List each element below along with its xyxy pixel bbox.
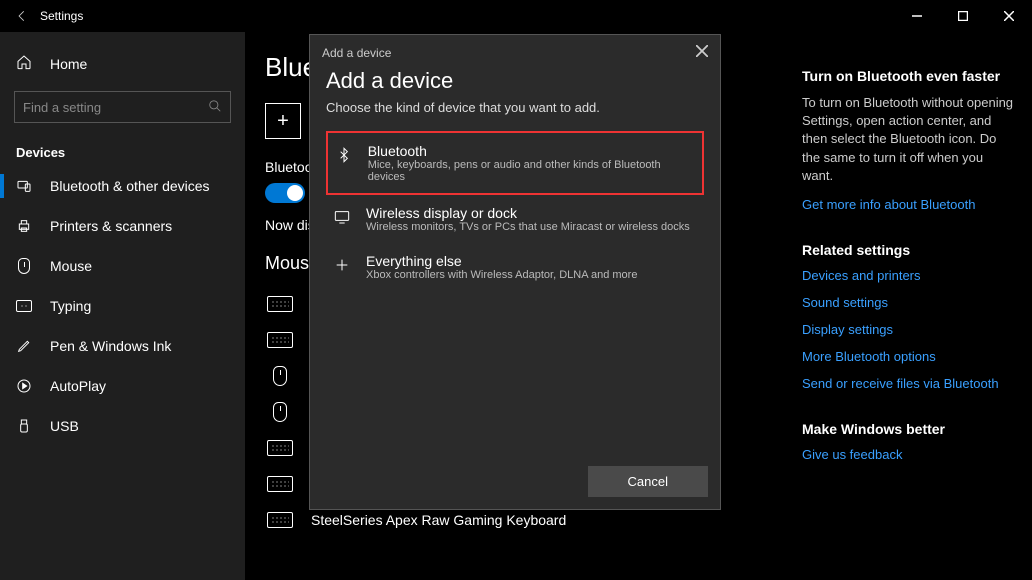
plus-icon: +: [265, 103, 301, 139]
right-text-1: To turn on Bluetooth without opening Set…: [802, 94, 1016, 185]
keyboard-icon: [16, 298, 32, 314]
dialog-header-title: Add a device: [322, 46, 391, 60]
search-placeholder: Find a setting: [23, 100, 101, 115]
mouse-icon: [265, 402, 295, 422]
sidebar-item-label: Mouse: [50, 258, 92, 274]
keyboard-icon: [265, 438, 295, 458]
titlebar: Settings: [0, 0, 1032, 32]
autoplay-icon: [16, 378, 32, 394]
option-desc: Xbox controllers with Wireless Adaptor, …: [366, 269, 637, 281]
sidebar-item-label: Typing: [50, 298, 91, 314]
right-heading-2: Related settings: [802, 242, 1016, 258]
link-feedback[interactable]: Give us feedback: [802, 447, 1016, 462]
usb-icon: [16, 418, 32, 434]
device-label: SteelSeries Apex Raw Gaming Keyboard: [311, 512, 566, 528]
sidebar-item-mouse[interactable]: Mouse: [0, 246, 245, 286]
mouse-icon: [265, 366, 295, 386]
link-devices-printers[interactable]: Devices and printers: [802, 268, 1016, 283]
add-device-dialog: Add a device Add a device Choose the kin…: [309, 34, 721, 510]
sidebar: Home Find a setting Devices Bluetooth & …: [0, 32, 245, 580]
keyboard-icon: [265, 330, 295, 350]
devices-icon: [16, 178, 32, 194]
sidebar-home-label: Home: [50, 56, 87, 72]
sidebar-item-bluetooth[interactable]: Bluetooth & other devices: [0, 166, 245, 206]
mouse-icon: [16, 258, 32, 274]
sidebar-item-autoplay[interactable]: AutoPlay: [0, 366, 245, 406]
close-button[interactable]: [986, 0, 1032, 32]
monitor-icon: [332, 207, 352, 227]
window-title: Settings: [40, 9, 83, 23]
sidebar-item-label: Bluetooth & other devices: [50, 178, 210, 194]
option-bluetooth[interactable]: Bluetooth Mice, keyboards, pens or audio…: [326, 131, 704, 195]
option-title: Wireless display or dock: [366, 205, 690, 221]
dialog-title: Add a device: [326, 68, 704, 94]
sidebar-item-pen[interactable]: Pen & Windows Ink: [0, 326, 245, 366]
sidebar-item-printers[interactable]: Printers & scanners: [0, 206, 245, 246]
right-heading-1: Turn on Bluetooth even faster: [802, 68, 1016, 84]
search-icon: [208, 99, 222, 116]
option-title: Everything else: [366, 253, 637, 269]
option-wireless-display[interactable]: Wireless display or dock Wireless monito…: [326, 195, 704, 243]
back-button[interactable]: [10, 4, 34, 28]
cancel-button[interactable]: Cancel: [588, 466, 708, 497]
plus-icon: [332, 255, 352, 275]
sidebar-item-label: AutoPlay: [50, 378, 106, 394]
sidebar-item-label: Printers & scanners: [50, 218, 172, 234]
sidebar-item-label: USB: [50, 418, 79, 434]
link-display-settings[interactable]: Display settings: [802, 322, 1016, 337]
sidebar-item-label: Pen & Windows Ink: [50, 338, 171, 354]
sidebar-item-usb[interactable]: USB: [0, 406, 245, 446]
home-icon: [16, 54, 32, 73]
option-everything-else[interactable]: Everything else Xbox controllers with Wi…: [326, 243, 704, 291]
dialog-subtitle: Choose the kind of device that you want …: [326, 100, 704, 115]
close-icon[interactable]: [696, 45, 708, 60]
option-desc: Mice, keyboards, pens or audio and other…: [368, 159, 696, 183]
keyboard-icon: [265, 474, 295, 494]
option-desc: Wireless monitors, TVs or PCs that use M…: [366, 221, 690, 233]
sidebar-home[interactable]: Home: [0, 44, 245, 83]
search-input[interactable]: Find a setting: [14, 91, 231, 123]
sidebar-item-typing[interactable]: Typing: [0, 286, 245, 326]
link-bluetooth-info[interactable]: Get more info about Bluetooth: [802, 197, 1016, 212]
option-title: Bluetooth: [368, 143, 696, 159]
pen-icon: [16, 338, 32, 354]
link-send-receive[interactable]: Send or receive files via Bluetooth: [802, 376, 1016, 391]
bluetooth-icon: [334, 145, 354, 165]
sidebar-heading: Devices: [0, 131, 245, 166]
maximize-button[interactable]: [940, 0, 986, 32]
keyboard-icon: [265, 294, 295, 314]
keyboard-icon: [265, 510, 295, 530]
minimize-button[interactable]: [894, 0, 940, 32]
link-more-bluetooth[interactable]: More Bluetooth options: [802, 349, 1016, 364]
link-sound-settings[interactable]: Sound settings: [802, 295, 1016, 310]
printer-icon: [16, 218, 32, 234]
bluetooth-toggle[interactable]: [265, 183, 305, 203]
right-heading-3: Make Windows better: [802, 421, 1016, 437]
right-column: Turn on Bluetooth even faster To turn on…: [802, 32, 1032, 580]
